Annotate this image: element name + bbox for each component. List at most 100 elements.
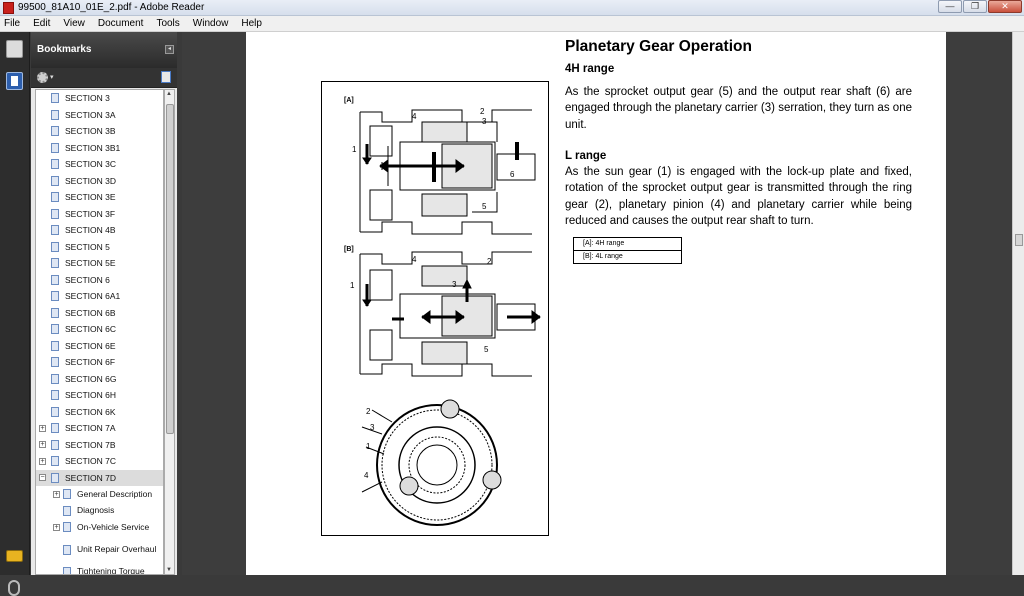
bookmark-label: SECTION 6B <box>65 307 116 318</box>
chevron-down-icon[interactable]: ▾ <box>50 73 54 81</box>
bookmark-item[interactable]: SECTION 4B <box>36 222 163 239</box>
figure-label-b: [B] <box>344 246 354 253</box>
bookmark-page-icon <box>51 406 59 417</box>
bookmark-item[interactable]: SECTION 3B1 <box>36 140 163 157</box>
collapse-icon[interactable]: − <box>39 474 46 482</box>
menu-help[interactable]: Help <box>241 18 262 29</box>
minimize-button[interactable]: — <box>938 0 962 13</box>
menu-document[interactable]: Document <box>98 18 144 29</box>
expand-icon[interactable]: + <box>39 441 46 449</box>
figure-legend: [A]: 4H range [B]: 4L range <box>573 237 682 264</box>
bookmark-label: Unit Repair Overhaul <box>77 544 157 554</box>
expand-icon[interactable]: + <box>53 490 60 498</box>
paragraph-l-range: As the sun gear (1) is engaged with the … <box>565 166 912 227</box>
bookmark-item[interactable]: SECTION 3D <box>36 173 163 190</box>
bookmark-item[interactable]: SECTION 6C <box>36 321 163 338</box>
bookmark-item[interactable]: SECTION 6G <box>36 371 163 388</box>
bookmark-item[interactable]: + SECTION 7A <box>36 420 163 437</box>
bookmark-label: On-Vehicle Service <box>77 521 150 532</box>
bookmark-item[interactable]: Tightening Torque <box>36 564 163 575</box>
bookmarks-scrollbar[interactable]: ▲ ▼ <box>164 89 175 575</box>
bookmark-label: SECTION 3F <box>65 208 116 219</box>
bookmark-label: SECTION 3D <box>65 175 117 186</box>
close-button[interactable]: ✕ <box>988 0 1022 13</box>
bookmark-item[interactable]: SECTION 3 <box>36 90 163 107</box>
document-scrollbar[interactable] <box>1012 32 1024 575</box>
bookmark-page-icon <box>51 93 59 104</box>
expand-icon[interactable]: + <box>39 424 46 432</box>
bookmark-page-icon <box>63 544 71 555</box>
bookmark-item[interactable]: SECTION 6E <box>36 338 163 355</box>
legend-row-b: [B]: 4L range <box>583 252 623 260</box>
bookmark-item[interactable]: Unit Repair Overhaul <box>36 536 163 564</box>
bookmark-item[interactable]: SECTION 6B <box>36 305 163 322</box>
callout-a-1: 1 <box>352 145 357 154</box>
bookmarks-header: Bookmarks ◂ <box>31 32 177 68</box>
comments-icon[interactable] <box>6 550 23 562</box>
menu-tools[interactable]: Tools <box>156 18 179 29</box>
callout-a-5: 5 <box>482 202 487 211</box>
bookmarks-icon[interactable] <box>6 72 23 90</box>
expand-icon[interactable]: + <box>53 523 60 531</box>
bookmark-label: SECTION 3B1 <box>65 142 121 153</box>
bookmark-label: SECTION 6A1 <box>65 291 121 302</box>
bookmark-item[interactable]: SECTION 6H <box>36 387 163 404</box>
bookmark-item[interactable]: + On-Vehicle Service <box>36 519 163 536</box>
bookmark-label: SECTION 6F <box>65 357 116 368</box>
callout-c-2: 2 <box>366 407 371 416</box>
bookmark-item[interactable]: SECTION 6F <box>36 354 163 371</box>
expand-icon[interactable]: + <box>39 457 46 465</box>
bookmark-page-icon <box>51 439 59 450</box>
scrollbar-thumb[interactable] <box>1015 234 1023 246</box>
bookmark-item[interactable]: SECTION 5 <box>36 239 163 256</box>
page-thumbnails-icon[interactable] <box>6 40 23 58</box>
callout-a-6: 6 <box>510 170 515 179</box>
bookmark-page-icon <box>63 489 71 500</box>
collapse-panel-icon[interactable]: ◂ <box>165 45 174 54</box>
restore-button[interactable]: ❐ <box>963 0 987 13</box>
scroll-down-icon[interactable]: ▼ <box>166 567 172 573</box>
menu-edit[interactable]: Edit <box>33 18 50 29</box>
bookmark-page-icon <box>51 390 59 401</box>
page-heading: Planetary Gear Operation <box>565 38 752 55</box>
bookmark-item[interactable]: + General Description <box>36 486 163 503</box>
bookmark-page-icon <box>63 566 71 574</box>
bookmark-item[interactable]: SECTION 6K <box>36 404 163 421</box>
callout-b-4: 4 <box>412 255 417 264</box>
menu-window[interactable]: Window <box>193 18 229 29</box>
bookmark-item[interactable]: Diagnosis <box>36 503 163 520</box>
bookmark-page-icon <box>51 423 59 434</box>
bookmark-label: SECTION 5E <box>65 258 116 269</box>
window-controls: — ❐ ✕ <box>937 0 1022 14</box>
new-bookmark-icon[interactable] <box>161 71 171 83</box>
bookmark-item[interactable]: SECTION 3B <box>36 123 163 140</box>
bookmark-item[interactable]: SECTION 5E <box>36 255 163 272</box>
bookmark-item[interactable]: SECTION 3A <box>36 107 163 124</box>
bookmark-label: SECTION 4B <box>65 225 116 236</box>
bookmark-item[interactable]: + SECTION 7C <box>36 453 163 470</box>
bookmark-item[interactable]: SECTION 3F <box>36 206 163 223</box>
bookmark-item[interactable]: + SECTION 7B <box>36 437 163 454</box>
callout-c-4: 4 <box>364 471 369 480</box>
attachments-icon[interactable] <box>8 580 20 596</box>
bookmark-page-icon <box>51 225 59 236</box>
bookmark-item[interactable]: SECTION 6A1 <box>36 288 163 305</box>
bookmark-page-icon <box>51 192 59 203</box>
window-title: 99500_81A10_01E_2.pdf - Adobe Reader <box>18 2 205 13</box>
paragraph-4h-range: As the sprocket output gear (5) and the … <box>565 86 912 131</box>
bookmark-item[interactable]: SECTION 3E <box>36 189 163 206</box>
gear-icon[interactable] <box>37 72 48 83</box>
scrollbar-thumb[interactable] <box>166 104 174 434</box>
bookmark-label: Tightening Torque <box>77 566 145 575</box>
menu-view[interactable]: View <box>63 18 85 29</box>
bookmark-item[interactable]: SECTION 6 <box>36 272 163 289</box>
menu-file[interactable]: File <box>4 18 20 29</box>
bookmark-label: Diagnosis <box>77 505 115 516</box>
bookmark-page-icon <box>51 175 59 186</box>
bookmark-item[interactable]: − SECTION 7D <box>36 469 163 486</box>
callout-b-5: 5 <box>484 345 489 354</box>
bookmark-label: SECTION 3A <box>65 109 116 120</box>
callout-a-4: 4 <box>412 112 417 121</box>
scroll-up-icon[interactable]: ▲ <box>166 91 172 97</box>
bookmark-item[interactable]: SECTION 3C <box>36 156 163 173</box>
